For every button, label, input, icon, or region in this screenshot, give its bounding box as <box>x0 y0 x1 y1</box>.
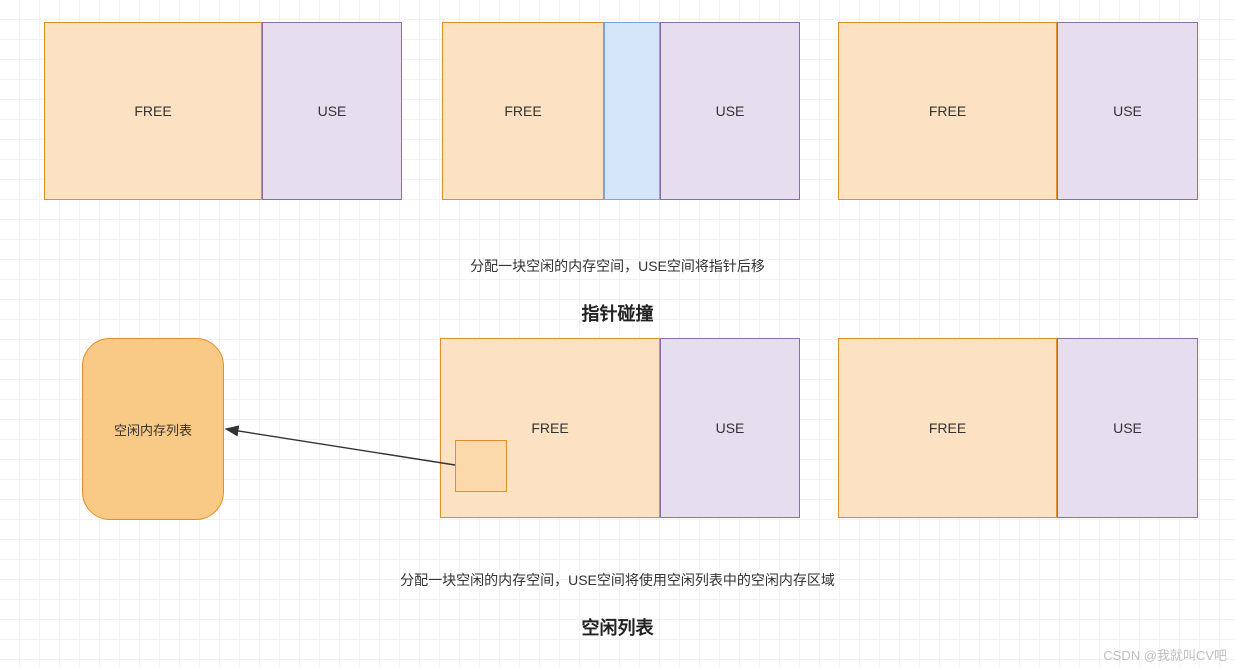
free-label: FREE <box>531 420 568 436</box>
free-label: FREE <box>929 420 966 436</box>
row1-diagram3-free: FREE <box>838 22 1057 200</box>
free-label: FREE <box>504 103 541 119</box>
use-label: USE <box>318 103 347 119</box>
row1-diagram1-free: FREE <box>44 22 262 200</box>
row2-diagram2-use: USE <box>660 338 800 518</box>
row1-caption: 分配一块空闲的内存空间，USE空间将指针后移 <box>0 256 1235 276</box>
row1-heading: 指针碰撞 <box>0 300 1235 326</box>
watermark: CSDN @我就叫CV吧 <box>1103 645 1227 664</box>
use-label: USE <box>1113 103 1142 119</box>
row2-heading: 空闲列表 <box>0 614 1235 640</box>
row2-diagram2-alloc-block <box>455 440 507 492</box>
use-label: USE <box>716 420 745 436</box>
row1-diagram1-use: USE <box>262 22 402 200</box>
row1-diagram2-free: FREE <box>442 22 604 200</box>
row1-diagram3-use: USE <box>1057 22 1198 200</box>
row1-diagram2-use: USE <box>660 22 800 200</box>
free-label: FREE <box>134 103 171 119</box>
row2-diagram3-use: USE <box>1057 338 1198 518</box>
free-label: FREE <box>929 103 966 119</box>
use-label: USE <box>1113 420 1142 436</box>
row2-caption: 分配一块空闲的内存空间，USE空间将使用空闲列表中的空闲内存区域 <box>0 570 1235 590</box>
free-list-node: 空闲内存列表 <box>82 338 224 520</box>
row2-diagram3-free: FREE <box>838 338 1057 518</box>
free-list-label: 空闲内存列表 <box>114 420 192 439</box>
row1-diagram2-alloc-slice <box>604 22 660 200</box>
use-label: USE <box>716 103 745 119</box>
